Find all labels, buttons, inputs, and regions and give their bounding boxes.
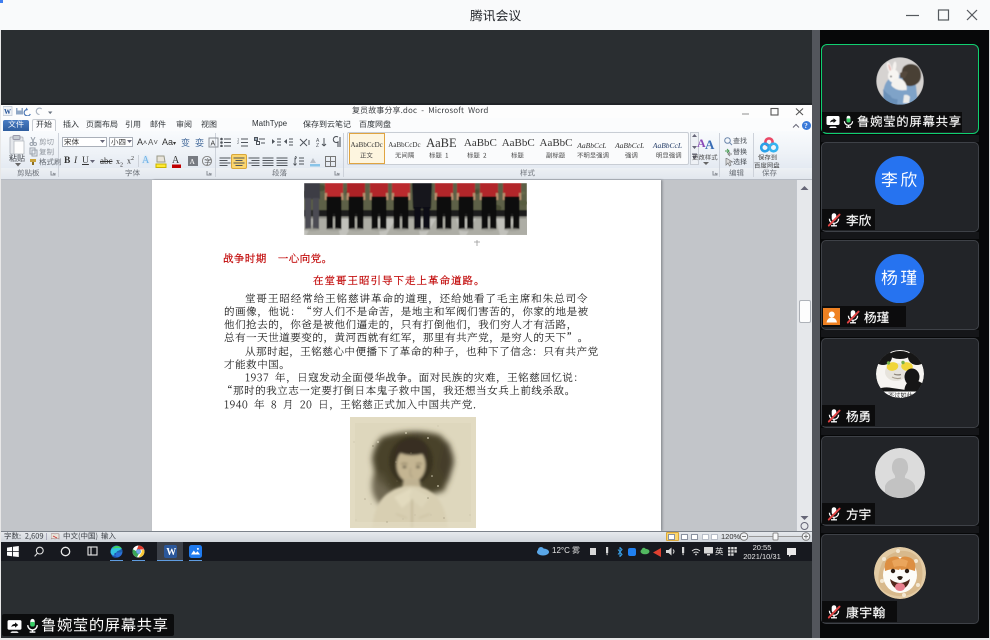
svg-text:W: W: [4, 108, 11, 116]
svg-text:娈: 娈: [195, 137, 204, 148]
svg-text:W: W: [166, 547, 176, 558]
svg-text:字: 字: [204, 157, 211, 166]
svg-text:A: A: [190, 157, 196, 166]
svg-text:?: ?: [804, 122, 808, 130]
svg-text:变: 变: [181, 137, 190, 148]
svg-text:2: 2: [237, 140, 240, 145]
svg-text:A: A: [172, 155, 180, 166]
svg-text:A: A: [211, 141, 216, 148]
svg-text:Z: Z: [316, 143, 319, 148]
svg-text:A: A: [705, 137, 715, 150]
